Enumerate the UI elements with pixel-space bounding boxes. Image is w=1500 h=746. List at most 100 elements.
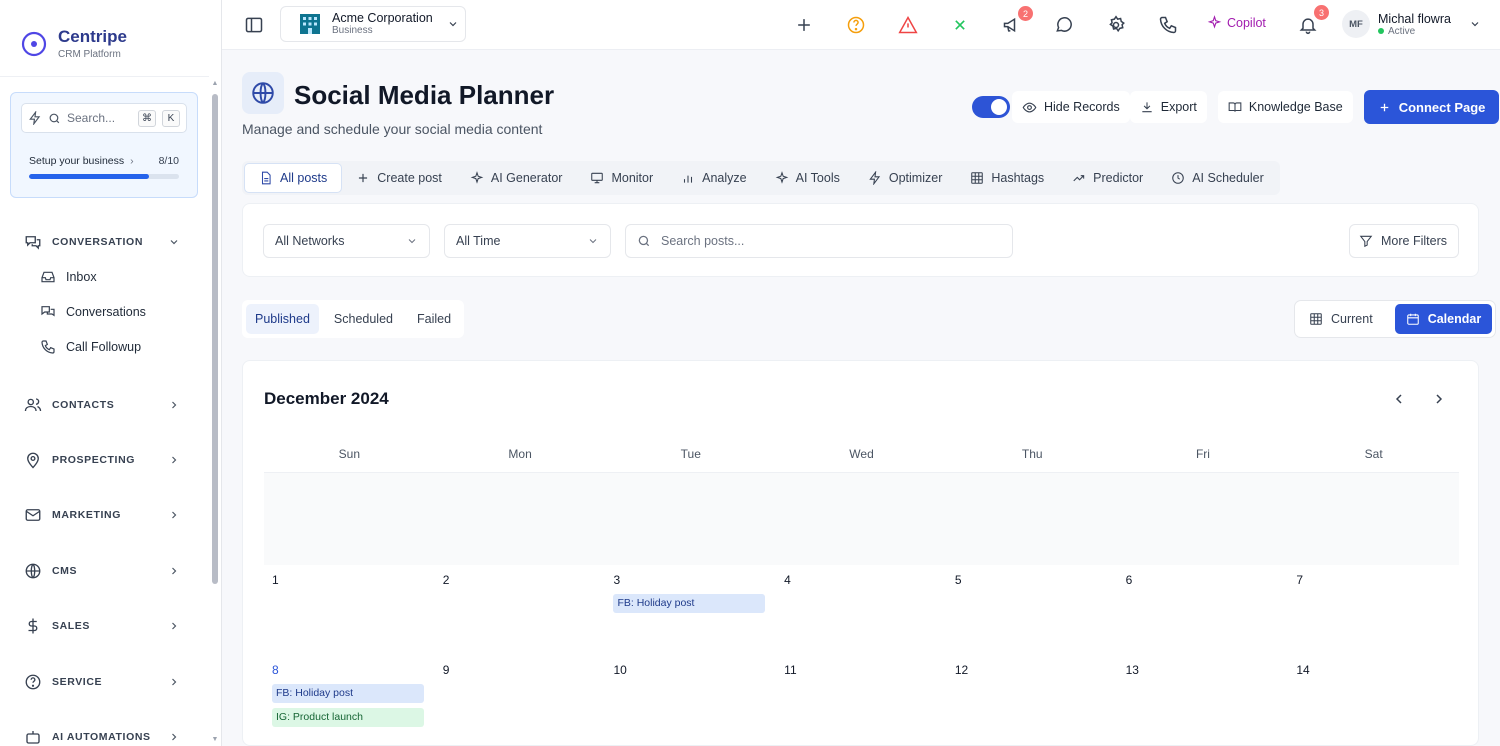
- time-select[interactable]: All Time: [444, 224, 611, 258]
- status-tab-scheduled[interactable]: Scheduled: [325, 304, 402, 334]
- setup-business-link[interactable]: Setup your business › 8/10: [29, 155, 179, 167]
- sidebar-item-call-followup[interactable]: Call Followup: [40, 338, 141, 356]
- next-month-icon[interactable]: [1431, 391, 1447, 407]
- bell-icon[interactable]: [1298, 15, 1318, 35]
- tab-analyze[interactable]: Analyze: [667, 163, 760, 193]
- org-switcher[interactable]: Acme Corporation Business: [280, 6, 466, 42]
- calendar-event[interactable]: IG: Product launch: [272, 708, 424, 727]
- calendar-day[interactable]: 5: [947, 566, 1118, 656]
- nav-section-marketing[interactable]: MARKETING: [0, 505, 210, 525]
- calendar-day[interactable]: 13: [1118, 656, 1289, 745]
- phone-icon[interactable]: [1158, 15, 1178, 35]
- export-button[interactable]: Export: [1129, 91, 1207, 123]
- setup-progress-bar: [29, 174, 179, 179]
- tab-optimizer[interactable]: Optimizer: [854, 163, 956, 193]
- more-filters-button[interactable]: More Filters: [1349, 224, 1459, 258]
- scroll-up-icon[interactable]: ▲: [211, 80, 219, 88]
- calendar-day[interactable]: [946, 473, 1118, 565]
- sidebar-search-input[interactable]: Search... ⌘ K: [21, 103, 187, 133]
- help-icon[interactable]: [846, 15, 866, 35]
- calendar-day[interactable]: 11: [776, 656, 947, 745]
- sidebar-toggle-icon[interactable]: [244, 15, 264, 35]
- status-tab-failed[interactable]: Failed: [408, 304, 460, 334]
- announcements-badge: 2: [1018, 6, 1033, 21]
- calendar-day[interactable]: [776, 473, 947, 565]
- calendar-day[interactable]: [1288, 473, 1460, 565]
- tab-label: AI Tools: [795, 171, 840, 185]
- view-calendar-button[interactable]: Calendar: [1394, 304, 1493, 334]
- nav-section-cms[interactable]: CMS: [0, 561, 210, 581]
- calendar-week: 8 FB: Holiday post IG: Product launch 9 10 11…: [264, 656, 1459, 745]
- sidebar-item-label: Call Followup: [66, 340, 142, 354]
- calendar-day[interactable]: 10: [605, 656, 776, 745]
- calendar-day[interactable]: 3 FB: Holiday post: [605, 566, 776, 656]
- kbd-cmd: ⌘: [138, 109, 156, 127]
- brand[interactable]: Centripe CRM Platform: [0, 0, 221, 68]
- chat-icon[interactable]: [1054, 15, 1074, 35]
- knowledge-base-button[interactable]: Knowledge Base: [1217, 91, 1353, 123]
- user-menu[interactable]: MF Michal flowra Active: [1342, 10, 1481, 38]
- tab-predictor[interactable]: Predictor: [1058, 163, 1157, 193]
- view-current-button[interactable]: Current: [1305, 304, 1377, 334]
- tab-ai-scheduler[interactable]: AI Scheduler: [1157, 163, 1278, 193]
- day-number: 2: [442, 573, 450, 587]
- prev-month-icon[interactable]: [1391, 391, 1407, 407]
- calendar-day[interactable]: 6: [1118, 566, 1289, 656]
- connect-page-button[interactable]: Connect Page: [1363, 90, 1500, 124]
- calendar-day[interactable]: 8 FB: Holiday post IG: Product launch: [264, 656, 435, 745]
- search-posts-input[interactable]: Search posts...: [625, 224, 1013, 258]
- calendar-day[interactable]: 14: [1288, 656, 1459, 745]
- calendar-event[interactable]: FB: Holiday post: [272, 684, 424, 703]
- calendar-day[interactable]: [605, 473, 777, 565]
- tab-label: AI Scheduler: [1192, 171, 1264, 185]
- calendar-day[interactable]: [264, 473, 435, 565]
- weekday-label: Mon: [508, 447, 532, 461]
- tab-ai-generator[interactable]: AI Generator: [456, 163, 577, 193]
- map-pin-icon: [27, 452, 39, 469]
- brand-logo-icon: [21, 31, 47, 57]
- copilot-button[interactable]: Copilot: [1207, 15, 1266, 30]
- chevron-right-icon: ›: [130, 155, 134, 167]
- scroll-down-icon[interactable]: ▼: [211, 736, 219, 744]
- nav-section-prospecting[interactable]: PROSPECTING: [0, 450, 210, 470]
- tab-monitor[interactable]: Monitor: [576, 163, 667, 193]
- sidebar-scrollbar[interactable]: ▲ ▼: [211, 80, 219, 746]
- calendar: December 2024 Sun Mon Tue Wed Thu Fri Sa…: [242, 360, 1479, 746]
- nav-section-label: CMS: [52, 565, 78, 577]
- tab-create-post[interactable]: Create post: [342, 163, 456, 193]
- nav-section-service[interactable]: SERVICE: [0, 672, 210, 692]
- calendar-day[interactable]: [434, 473, 606, 565]
- gear-icon[interactable]: [1106, 15, 1126, 35]
- day-number: 14: [1296, 663, 1310, 677]
- calendar-day[interactable]: 9: [435, 656, 606, 745]
- sidebar-item-conversations[interactable]: Conversations: [40, 303, 146, 321]
- nav-section-conversation[interactable]: CONVERSATION: [0, 232, 210, 252]
- alert-icon[interactable]: [898, 15, 918, 35]
- tab-hashtags[interactable]: Hashtags: [956, 163, 1058, 193]
- calendar-day[interactable]: 12: [947, 656, 1118, 745]
- nav-section-contacts[interactable]: CONTACTS: [0, 395, 210, 415]
- calendar-day[interactable]: 4: [776, 566, 947, 656]
- hide-records-button[interactable]: Hide Records: [1012, 91, 1130, 123]
- calendar-day[interactable]: 7: [1288, 566, 1459, 656]
- tab-ai-tools[interactable]: AI Tools: [761, 163, 854, 193]
- nav-section-ai-automations[interactable]: AI AUTOMATIONS: [0, 727, 210, 746]
- chevron-right-icon: [172, 511, 177, 519]
- tab-all-posts[interactable]: All posts: [244, 163, 343, 193]
- setup-label: Setup your business: [29, 155, 125, 167]
- network-select[interactable]: All Networks: [263, 224, 430, 258]
- status-tabs: Published Scheduled Failed: [242, 300, 465, 338]
- calendar-day[interactable]: 1: [264, 566, 435, 656]
- plus-icon[interactable]: [794, 15, 814, 35]
- bolt-icon: [869, 171, 881, 185]
- nav-section-sales[interactable]: SALES: [0, 616, 210, 636]
- hide-records-toggle[interactable]: [972, 96, 1010, 118]
- status-tab-published[interactable]: Published: [246, 304, 319, 334]
- calendar-day[interactable]: [1117, 473, 1289, 565]
- chat-icon: [25, 236, 41, 250]
- calendar-event[interactable]: FB: Holiday post: [613, 594, 766, 613]
- sidebar-item-inbox[interactable]: Inbox: [40, 268, 97, 286]
- close-icon[interactable]: [950, 15, 970, 35]
- calendar-day[interactable]: 2: [435, 566, 606, 656]
- scrollbar-thumb[interactable]: [212, 94, 218, 584]
